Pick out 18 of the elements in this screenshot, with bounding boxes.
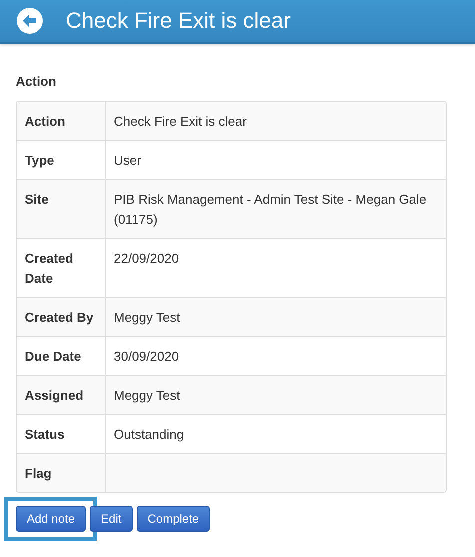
action-button[interactable]: Complete (136, 506, 210, 532)
page-title: Check Fire Exit is clear (66, 8, 291, 34)
table-cell-text: Meggy Test (113, 309, 182, 327)
table-cell: Site (17, 180, 106, 238)
table-cell-text: Meggy Test (113, 387, 182, 405)
table-cell-text: 30/09/2020 (113, 348, 180, 366)
table-cell: Assigned (17, 376, 106, 414)
table-cell-text: 22/09/2020 (113, 250, 180, 268)
table-cell-text: Outstanding (113, 426, 186, 444)
action-button[interactable]: Edit (90, 506, 133, 532)
table-cell-text: Check Fire Exit is clear (113, 113, 248, 131)
table-cell-text: User (113, 152, 142, 170)
action-button[interactable]: Add note (16, 506, 86, 532)
table-cell: Created By (17, 298, 106, 336)
table-cell: Action (17, 102, 106, 140)
section-heading: Action (16, 74, 58, 89)
table-cell-text: PIB Risk Management - Admin Test Site - Megan Gale (01175) (113, 191, 428, 229)
table-cell: Flag (17, 454, 106, 492)
